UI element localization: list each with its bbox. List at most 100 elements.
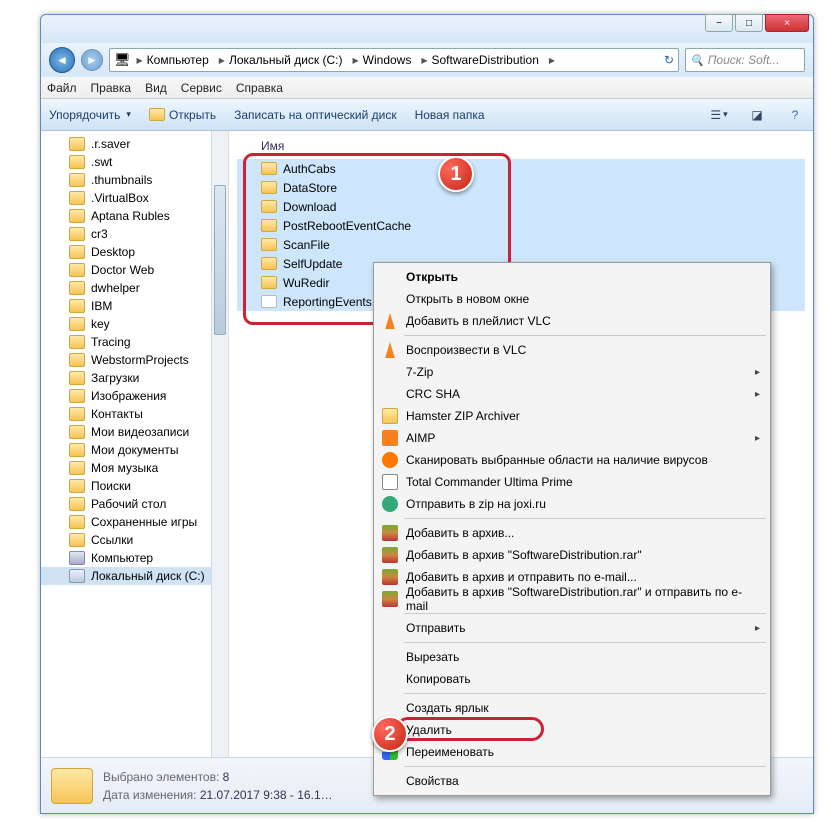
tree-item-label: Сохраненные игры [91, 515, 197, 529]
tree-item[interactable]: .swt [41, 153, 228, 171]
tree-item-label: cr3 [91, 227, 108, 241]
file-row[interactable]: ScanFile [237, 235, 805, 254]
help-icon[interactable]: ? [785, 105, 805, 125]
context-menu-item[interactable]: Отправить в zip на joxi.ru [376, 493, 768, 515]
file-row[interactable]: PostRebootEventCache [237, 216, 805, 235]
vlc-icon [382, 313, 398, 329]
forward-button[interactable]: ► [81, 49, 103, 71]
file-row[interactable]: DataStore [237, 178, 805, 197]
tree-item[interactable]: .VirtualBox [41, 189, 228, 207]
tree-item[interactable]: cr3 [41, 225, 228, 243]
context-menu-item[interactable]: AIMP [376, 427, 768, 449]
menu-view[interactable]: Вид [145, 81, 167, 95]
crumb[interactable]: Локальный диск (C:) [229, 53, 343, 67]
tree-item[interactable]: Desktop [41, 243, 228, 261]
minimize-button[interactable]: − [705, 14, 733, 32]
file-row[interactable]: AuthCabs [237, 159, 805, 178]
organize-button[interactable]: Упорядочить [49, 108, 131, 122]
tree-item[interactable]: Контакты [41, 405, 228, 423]
context-menu-item[interactable]: Добавить в архив... [376, 522, 768, 544]
close-button[interactable]: × [765, 14, 809, 32]
context-menu-item[interactable]: Добавить в архив "SoftwareDistribution.r… [376, 588, 768, 610]
scrollbar-thumb[interactable] [214, 185, 226, 335]
tree-item-label: Поиски [91, 479, 131, 493]
crumb[interactable]: Windows [363, 53, 412, 67]
context-menu-item[interactable]: Total Commander Ultima Prime [376, 471, 768, 493]
tree-item[interactable]: dwhelper [41, 279, 228, 297]
folder-icon [69, 281, 85, 295]
tree-item[interactable]: Изображения [41, 387, 228, 405]
context-menu-item[interactable]: Копировать [376, 668, 768, 690]
new-folder-button[interactable]: Новая папка [415, 108, 485, 122]
menu-help[interactable]: Справка [236, 81, 283, 95]
crumb[interactable]: SoftwareDistribution [432, 53, 539, 67]
file-row[interactable]: Download [237, 197, 805, 216]
tree-item[interactable]: Сохраненные игры [41, 513, 228, 531]
open-button[interactable]: Открыть [149, 108, 216, 122]
address-bar[interactable]: ▶Компьютер ▶Локальный диск (C:) ▶Windows… [109, 48, 679, 72]
tree-item[interactable]: Мои видеозаписи [41, 423, 228, 441]
tree-item[interactable]: .r.saver [41, 135, 228, 153]
context-menu-item[interactable]: Добавить в плейлист VLC [376, 310, 768, 332]
tree-item[interactable]: Поиски [41, 477, 228, 495]
refresh-icon[interactable]: ↻ [664, 53, 674, 67]
tree-scrollbar[interactable] [211, 131, 228, 757]
tree-item-label: Мои видеозаписи [91, 425, 189, 439]
view-mode-button[interactable]: ☰ [709, 105, 729, 125]
context-menu-item[interactable]: Создать ярлык [376, 697, 768, 719]
context-menu-label: Переименовать [406, 745, 494, 759]
context-menu-item[interactable]: Воспроизвести в VLC [376, 339, 768, 361]
column-header-name[interactable]: Имя [237, 137, 805, 159]
tree-item[interactable]: Локальный диск (C:) [41, 567, 228, 585]
context-menu-item[interactable]: 7-Zip [376, 361, 768, 383]
menu-bar: Файл Правка Вид Сервис Справка [41, 77, 813, 99]
folder-icon [69, 263, 85, 277]
avast-icon [382, 452, 398, 468]
tree-item[interactable]: Рабочий стол [41, 495, 228, 513]
tree-item[interactable]: key [41, 315, 228, 333]
menu-tools[interactable]: Сервис [181, 81, 222, 95]
back-button[interactable]: ◄ [49, 47, 75, 73]
tree-item-label: Рабочий стол [91, 497, 166, 511]
context-menu-item[interactable]: Открыть в новом окне [376, 288, 768, 310]
tree-item[interactable]: Моя музыка [41, 459, 228, 477]
context-menu-item[interactable]: Сканировать выбранные области на наличие… [376, 449, 768, 471]
crumb[interactable]: Компьютер [147, 53, 209, 67]
navigation-tree[interactable]: .r.saver.swt.thumbnails.VirtualBoxAptana… [41, 131, 229, 757]
tree-item[interactable]: Мои документы [41, 441, 228, 459]
tree-item[interactable]: Doctor Web [41, 261, 228, 279]
tree-item[interactable]: Загрузки [41, 369, 228, 387]
context-menu-item[interactable]: Переименовать [376, 741, 768, 763]
burn-button[interactable]: Записать на оптический диск [234, 108, 397, 122]
tree-item[interactable]: Ссылки [41, 531, 228, 549]
menu-separator [404, 518, 766, 519]
tree-item[interactable]: IBM [41, 297, 228, 315]
preview-pane-button[interactable]: ◪ [747, 105, 767, 125]
context-menu-item[interactable]: Свойства [376, 770, 768, 792]
menu-file[interactable]: Файл [47, 81, 77, 95]
folder-icon [51, 768, 93, 804]
folder-icon [69, 137, 85, 151]
context-menu-item[interactable]: CRC SHA [376, 383, 768, 405]
tree-item[interactable]: Компьютер [41, 549, 228, 567]
context-menu-item[interactable]: Открыть [376, 266, 768, 288]
context-menu-item[interactable]: Добавить в архив "SoftwareDistribution.r… [376, 544, 768, 566]
command-bar: Упорядочить Открыть Записать на оптическ… [41, 99, 813, 131]
tree-item[interactable]: Tracing [41, 333, 228, 351]
tree-item-label: Контакты [91, 407, 143, 421]
context-menu-label: Hamster ZIP Archiver [406, 409, 520, 423]
tree-item[interactable]: Aptana Rubles [41, 207, 228, 225]
context-menu-label: Отправить в zip на joxi.ru [406, 497, 546, 511]
context-menu-item[interactable]: Hamster ZIP Archiver [376, 405, 768, 427]
context-menu-item[interactable]: Удалить [376, 719, 768, 741]
context-menu-item[interactable]: Вырезать [376, 646, 768, 668]
context-menu: ОткрытьОткрыть в новом окнеДобавить в пл… [373, 262, 771, 796]
context-menu-item[interactable]: Отправить [376, 617, 768, 639]
search-input[interactable]: 🔍 Поиск: Soft... [685, 48, 805, 72]
status-date: 21.07.2017 9:38 - 16.1… [200, 788, 333, 802]
tree-item[interactable]: .thumbnails [41, 171, 228, 189]
menu-edit[interactable]: Правка [91, 81, 132, 95]
maximize-button[interactable]: □ [735, 14, 763, 32]
tree-item[interactable]: WebstormProjects [41, 351, 228, 369]
folder-icon [69, 209, 85, 223]
